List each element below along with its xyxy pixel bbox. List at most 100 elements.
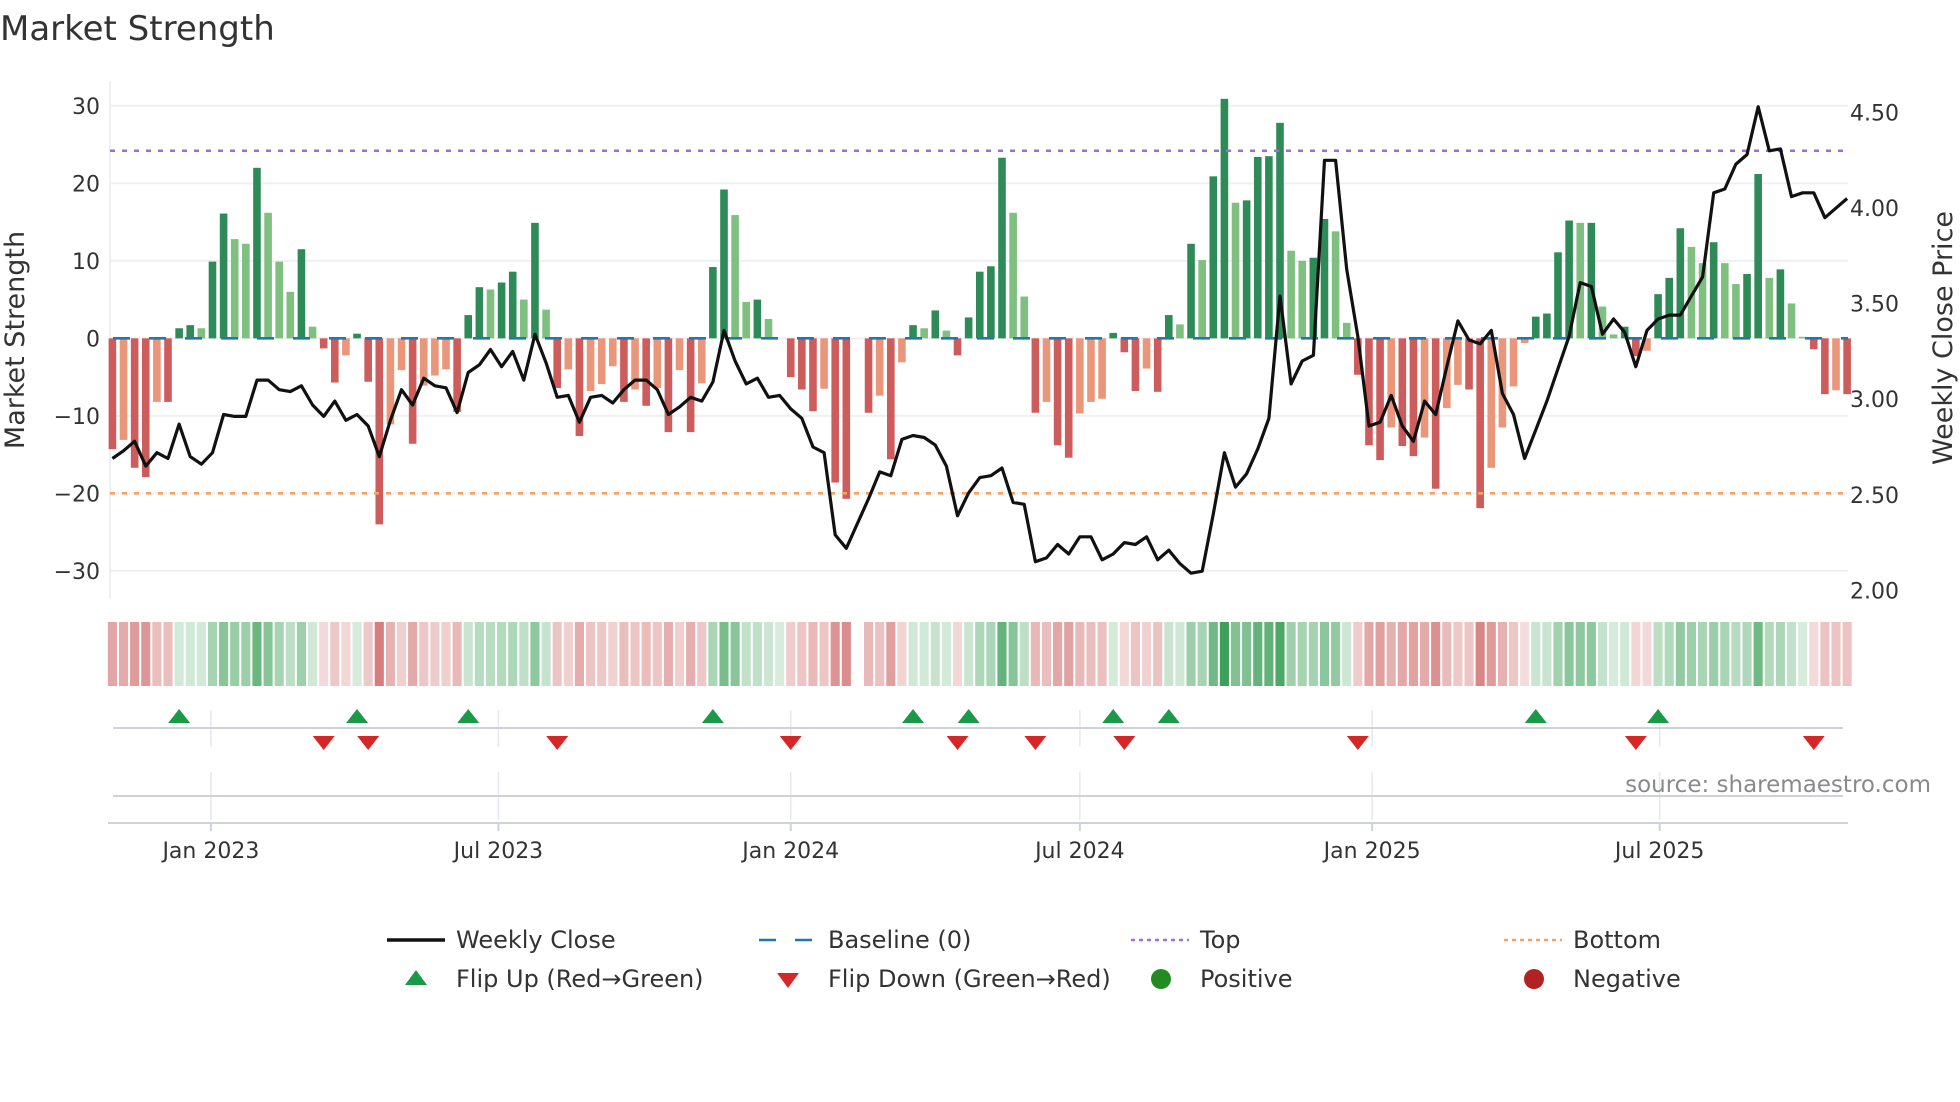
heatmap-cell bbox=[730, 622, 740, 686]
heatmap-cell bbox=[1086, 622, 1096, 686]
negative-bar bbox=[898, 338, 906, 363]
heatmap-cell bbox=[1764, 622, 1774, 686]
positive-bar bbox=[1009, 212, 1017, 339]
x-tick-label: Jan 2023 bbox=[160, 839, 259, 864]
positive-bar bbox=[920, 328, 928, 339]
positive-bar bbox=[1198, 260, 1206, 339]
negative-bar bbox=[1832, 338, 1840, 391]
flip-up-marker bbox=[1157, 709, 1180, 723]
positive-bar bbox=[275, 261, 283, 339]
positive-bar bbox=[998, 157, 1006, 339]
positive-bar bbox=[1176, 324, 1184, 339]
positive-bar bbox=[1253, 156, 1262, 339]
heatmap-cell bbox=[252, 622, 262, 686]
positive-bar bbox=[520, 299, 528, 339]
heatmap-cell bbox=[875, 622, 885, 686]
heatmap-cell bbox=[1053, 622, 1063, 686]
heatmap-cell bbox=[196, 622, 206, 686]
heatmap-cell bbox=[1831, 622, 1841, 686]
negative-bar bbox=[1153, 338, 1162, 392]
heatmap-cell bbox=[352, 622, 362, 686]
positive-bar bbox=[1187, 243, 1195, 339]
heatmap-cell bbox=[341, 622, 351, 686]
positive-bar bbox=[1765, 277, 1774, 339]
heatmap-cell bbox=[663, 622, 673, 686]
flip-down-marker bbox=[1346, 736, 1369, 750]
negative-bar bbox=[809, 338, 817, 412]
flip-up-marker bbox=[1647, 709, 1670, 723]
positive-bar bbox=[1721, 263, 1729, 339]
heatmap-cell bbox=[385, 622, 395, 686]
heatmap-cell bbox=[697, 622, 707, 686]
y-tick-label: −30 bbox=[54, 560, 100, 585]
heatmap-cell bbox=[1675, 622, 1685, 686]
heatmap-cell bbox=[1019, 622, 1029, 686]
y2-tick-label: 4.50 bbox=[1850, 102, 1899, 127]
heatmap-cell bbox=[1253, 622, 1263, 686]
heatmap-cell bbox=[152, 622, 162, 686]
heatmap-cell bbox=[330, 622, 340, 686]
heatmap-cell bbox=[1653, 622, 1663, 686]
heatmap-cell bbox=[1820, 622, 1830, 686]
positive-bar bbox=[909, 325, 917, 339]
heatmap-cell bbox=[630, 622, 640, 686]
flip-down-marker bbox=[1624, 736, 1647, 750]
heatmap-cell bbox=[263, 622, 273, 686]
y-axis-label: Market Strength bbox=[0, 231, 31, 449]
positive-bar bbox=[753, 299, 762, 339]
negative-bar bbox=[609, 338, 617, 367]
heatmap-cell bbox=[1130, 622, 1140, 686]
negative-bar bbox=[119, 338, 128, 440]
heatmap-cell bbox=[1686, 622, 1696, 686]
positive-bar bbox=[1743, 274, 1751, 339]
positive-bar bbox=[531, 222, 539, 339]
positive-bar bbox=[964, 317, 973, 339]
left-axis-ticks: 30 20 10 0 −10 −20 −30 bbox=[54, 95, 100, 585]
positive-bar bbox=[1787, 303, 1796, 339]
heatmap-cell bbox=[964, 622, 974, 686]
legend-label: Negative bbox=[1573, 965, 1681, 993]
heatmap-cell bbox=[1664, 622, 1674, 686]
heatmap-cell bbox=[1775, 622, 1785, 686]
heatmap-cell bbox=[619, 622, 629, 686]
y-tick-label: 0 bbox=[86, 327, 100, 352]
legend-item-top: Top bbox=[1131, 926, 1241, 954]
heatmap-cell bbox=[1397, 622, 1407, 686]
heatmap-cell bbox=[1153, 622, 1163, 686]
heatmap-cell bbox=[1297, 622, 1307, 686]
heatmap-cell bbox=[1197, 622, 1207, 686]
negative-bar bbox=[375, 338, 384, 525]
heatmap-cell bbox=[1108, 622, 1118, 686]
positive-bar bbox=[1732, 284, 1740, 339]
negative-bar bbox=[653, 338, 662, 388]
y2-tick-label: 4.00 bbox=[1850, 197, 1899, 222]
flip-down-marker bbox=[946, 736, 969, 750]
heatmap-cell bbox=[430, 622, 440, 686]
legend-item-negative: Negative bbox=[1524, 965, 1681, 993]
heatmap-cell bbox=[841, 622, 851, 686]
negative-bar bbox=[597, 338, 606, 385]
heatmap-cell bbox=[541, 622, 551, 686]
positive-bar bbox=[286, 291, 295, 339]
negative-bar bbox=[364, 338, 372, 382]
heatmap-cell bbox=[363, 622, 373, 686]
heatmap-cell bbox=[708, 622, 718, 686]
heatmap-cell bbox=[1342, 622, 1352, 686]
positive-bar bbox=[1654, 294, 1662, 339]
positive-bar bbox=[1576, 222, 1585, 339]
heatmap-cell bbox=[530, 622, 540, 686]
positive-bar bbox=[1265, 156, 1273, 339]
positive-bar bbox=[353, 333, 361, 339]
positive-bar bbox=[931, 310, 940, 339]
heatmap-cell bbox=[374, 622, 384, 686]
positive-bar bbox=[1020, 296, 1029, 339]
heatmap-cell bbox=[1842, 622, 1852, 686]
legend-item-baseline: Baseline (0) bbox=[759, 926, 971, 954]
heatmap-cell bbox=[1331, 622, 1341, 686]
negative-bar bbox=[1131, 338, 1140, 392]
negative-bar bbox=[875, 338, 884, 396]
x-tick-label: Jan 2024 bbox=[740, 839, 839, 864]
legend-label: Top bbox=[1199, 926, 1241, 954]
heatmap-cell bbox=[419, 622, 429, 686]
heatmap-cell bbox=[219, 622, 229, 686]
